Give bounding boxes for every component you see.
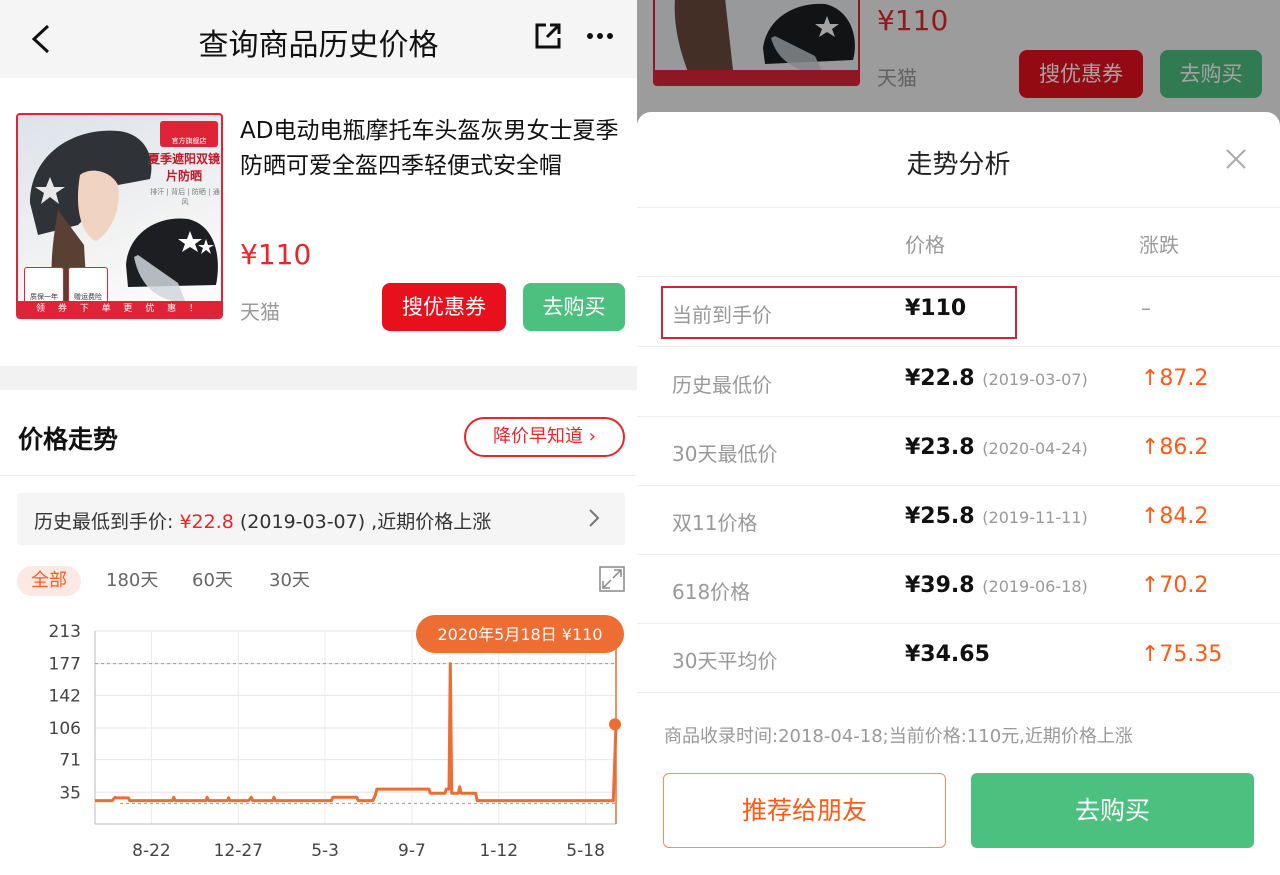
row-change: ↑86.2 [1141, 435, 1209, 460]
recommend-to-friend-button[interactable]: 推荐给朋友 [663, 773, 946, 848]
price-date: (2020-04-24) [982, 439, 1088, 458]
table-row-30day-average: 30天平均价 ¥34.65 ↑75.35 [637, 623, 1280, 692]
price-drop-alert-button[interactable]: 降价早知道 › [464, 417, 625, 457]
x-tick-label: 5-3 [311, 841, 339, 861]
range-tab-60d[interactable]: 60天 [192, 566, 233, 596]
image-subtitle: 排汗 | 背后 | 防晒 | 通风 [150, 188, 220, 206]
image-ribbon: 领 券 下 单 更 优 惠 ！ [18, 301, 221, 317]
trend-analysis-sheet: 走势分析 价格 涨跌 当前到手价 ¥110 – 历史最低价 ¥22.8 (201… [637, 112, 1280, 875]
divider [0, 475, 637, 476]
badge-label: 赠运费险 [74, 293, 102, 301]
x-tick-label: 12-27 [214, 841, 263, 861]
go-buy-button[interactable]: 去购买 [523, 283, 625, 331]
row-price: ¥22.8 (2019-03-07) [905, 366, 1088, 391]
shop-badge: 官方旗舰店 [160, 121, 218, 147]
badge-label: 质保一年 [30, 293, 58, 301]
tooltip-label: 2020年5月18日 ¥110 [437, 625, 602, 644]
price-history-page: 查询商品历史价格 官方旗舰店 夏季遮阳双镜片防晒 排汗 | 背后 | 防晒 | … [0, 0, 637, 875]
history-prefix: 历史最低到手价: [34, 511, 180, 533]
range-tab-180d[interactable]: 180天 [106, 566, 158, 596]
row-label: 双11价格 [672, 511, 758, 535]
history-low-price: ¥22.8 [179, 511, 234, 533]
row-change: ↑70.2 [1141, 573, 1209, 598]
go-buy-button-dialog[interactable]: 去购买 [971, 773, 1254, 848]
section-divider [0, 366, 637, 390]
price-value: ¥25.8 [905, 504, 975, 529]
y-tick-label: 177 [49, 655, 81, 675]
price-date: (2019-03-07) [982, 370, 1088, 389]
x-tick-label: 8-22 [132, 841, 171, 861]
store-name: 天猫 [240, 300, 280, 324]
shipping-insurance-badge: 赠运费险 [68, 267, 108, 303]
product-price: ¥110 [240, 238, 312, 271]
row-label: 618价格 [672, 580, 751, 604]
current-price-point[interactable] [609, 718, 621, 731]
trend-analysis-view: ¥110 天猫 搜优惠券 去购买 走势分析 价格 涨跌 当前到手价 ¥110 –… [637, 0, 1280, 875]
row-change: ↑75.35 [1141, 642, 1223, 667]
row-change: ↑87.2 [1141, 366, 1209, 391]
row-price: ¥34.65 [905, 642, 990, 667]
x-tick-label: 1-12 [479, 841, 518, 861]
y-tick-label: 106 [49, 719, 81, 739]
range-tab-all[interactable]: 全部 [17, 566, 81, 596]
row-label: 30天平均价 [672, 649, 778, 673]
column-header-price: 价格 [905, 233, 945, 257]
price-value: ¥39.8 [905, 573, 975, 598]
divider [637, 207, 1280, 208]
row-price: ¥23.8 (2020-04-24) [905, 435, 1088, 460]
row-price: ¥25.8 (2019-11-11) [905, 504, 1088, 529]
expand-icon[interactable] [599, 566, 625, 592]
price-trend-chart[interactable]: 213 177 142 106 71 35 8-22 12-27 5-3 9-7 1-12 5-18 2… [0, 600, 637, 875]
row-change: ↑84.2 [1141, 504, 1209, 529]
product-image[interactable]: 官方旗舰店 夏季遮阳双镜片防晒 排汗 | 背后 | 防晒 | 通风 质保一年 赠… [16, 113, 223, 319]
price-value: ¥34.65 [905, 642, 990, 667]
row-label: 历史最低价 [672, 373, 772, 397]
footer-note: 商品收录时间:2018-04-18;当前价格:110元,近期价格上涨 [664, 726, 1133, 747]
y-tick-label: 71 [59, 751, 81, 771]
more-icon[interactable] [586, 28, 614, 44]
history-suffix: (2019-03-07) ,近期价格上涨 [233, 511, 492, 533]
top-navigation-bar: 查询商品历史价格 [0, 0, 637, 78]
table-row-double11-price: 双11价格 ¥25.8 (2019-11-11) ↑84.2 [637, 485, 1280, 554]
sheet-title: 走势分析 [906, 150, 1011, 180]
warranty-badge: 质保一年 [24, 267, 64, 303]
price-value: ¥23.8 [905, 435, 975, 460]
close-icon[interactable] [1225, 148, 1247, 170]
image-slogan: 夏季遮阳双镜片防晒 [147, 152, 220, 183]
x-tick-label: 9-7 [398, 841, 426, 861]
price-date: (2019-06-18) [982, 577, 1088, 596]
price-series-line[interactable] [95, 662, 618, 803]
chevron-right-icon [589, 509, 600, 527]
row-label: 30天最低价 [672, 442, 778, 466]
row-price: ¥39.8 (2019-06-18) [905, 573, 1088, 598]
range-tab-30d[interactable]: 30天 [269, 566, 310, 596]
y-tick-label: 213 [49, 622, 81, 642]
table-row-618-price: 618价格 ¥39.8 (2019-06-18) ↑70.2 [637, 554, 1280, 623]
divider [637, 692, 1280, 693]
product-name[interactable]: AD电动电瓶摩托车头盔灰男女士夏季防晒可爱全盔四季轻便式安全帽 [240, 114, 620, 184]
table-row-historical-low: 历史最低价 ¥22.8 (2019-03-07) ↑87.2 [637, 347, 1280, 416]
history-low-bar[interactable]: 历史最低到手价: ¥22.8 (2019-03-07) ,近期价格上涨 [17, 493, 625, 545]
share-icon[interactable] [532, 20, 564, 52]
search-coupon-button[interactable]: 搜优惠券 [382, 283, 506, 331]
y-tick-label: 142 [49, 686, 81, 706]
current-price-highlight [661, 286, 1017, 339]
price-value: ¥22.8 [905, 366, 975, 391]
trend-section-title: 价格走势 [18, 425, 119, 454]
history-low-text: 历史最低到手价: ¥22.8 (2019-03-07) ,近期价格上涨 [34, 507, 491, 534]
y-tick-label: 35 [59, 783, 81, 803]
column-header-change: 涨跌 [1139, 233, 1179, 257]
row-change: – [1141, 296, 1151, 320]
price-date: (2019-11-11) [982, 508, 1088, 527]
table-row-30day-low: 30天最低价 ¥23.8 (2020-04-24) ↑86.2 [637, 416, 1280, 485]
x-tick-label: 5-18 [566, 841, 605, 861]
